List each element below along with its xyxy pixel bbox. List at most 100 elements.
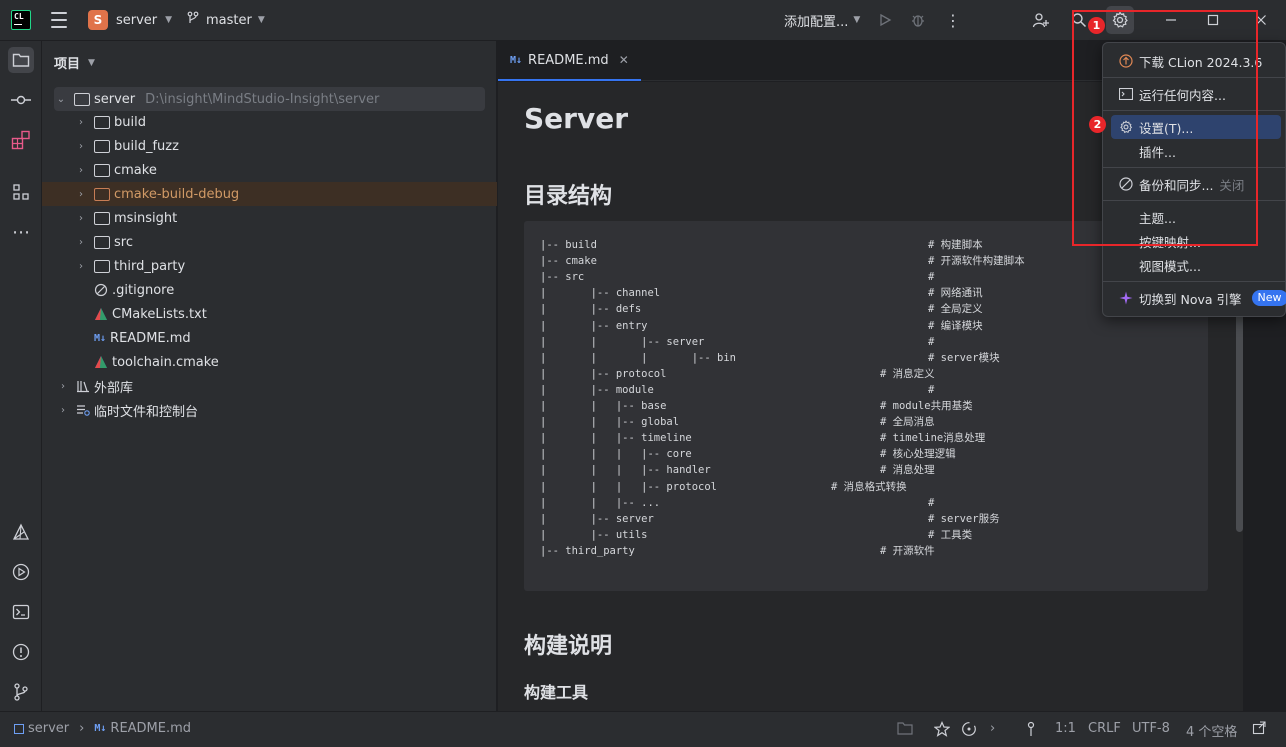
code-line: | |-- defs: [540, 303, 642, 316]
ai-assistant-icon[interactable]: [961, 721, 977, 737]
code-line: | | |-- server: [540, 335, 705, 348]
tree-item-third-party[interactable]: › third_party: [42, 254, 497, 278]
structure-icon[interactable]: [8, 179, 34, 205]
plugins-icon[interactable]: [8, 127, 34, 153]
tab-readme[interactable]: M↓ README.md ✕: [498, 41, 641, 81]
collapse-arrow-icon[interactable]: ›: [74, 261, 88, 272]
logo-text: CL: [14, 12, 24, 21]
code-comment: #: [928, 496, 935, 509]
tree-item-label: build: [114, 114, 146, 130]
cmake-icon[interactable]: [8, 519, 34, 545]
collapse-arrow-icon[interactable]: ›: [74, 213, 88, 224]
chevron-down-icon: ▼: [165, 15, 173, 25]
tree-item-gitignore[interactable]: .gitignore: [42, 278, 497, 302]
folder-icon: [94, 235, 110, 249]
folder-icon: [94, 259, 110, 273]
debug-icon[interactable]: [907, 9, 929, 31]
tree-item-build-fuzz[interactable]: › build_fuzz: [42, 134, 497, 158]
caret-position[interactable]: 1:1: [1055, 721, 1076, 736]
problems-icon[interactable]: [8, 639, 34, 665]
root-path: D:\insight\MindStudio-Insight\server: [145, 91, 380, 107]
more-actions-icon[interactable]: ⋮: [942, 9, 964, 31]
code-comment: # 编译模块: [928, 319, 983, 332]
library-icon: [76, 379, 90, 393]
tree-item-label: 外部库: [94, 380, 134, 396]
tree-item-scratches[interactable]: › 临时文件和控制台: [42, 398, 497, 422]
clion-logo-icon: CL: [11, 10, 31, 30]
tab-close-icon[interactable]: ✕: [619, 53, 629, 67]
collapse-arrow-icon[interactable]: ›: [74, 141, 88, 152]
menu-item-switch-nova[interactable]: 切换到 Nova 引擎 New: [1111, 286, 1286, 310]
code-comment: #: [928, 383, 935, 396]
markdown-file-icon: M↓: [94, 332, 107, 344]
read-only-lock-icon[interactable]: [1252, 721, 1266, 735]
markdown-file-icon: M↓: [510, 54, 523, 66]
branch-name: master: [206, 12, 252, 28]
folder-icon: [94, 115, 110, 129]
tree-item-label: cmake: [114, 162, 157, 178]
module-icon: [14, 723, 24, 734]
code-comment: # 消息定义: [880, 367, 935, 380]
services-run-icon[interactable]: [8, 559, 34, 585]
expand-arrow-icon[interactable]: ⌄: [54, 94, 68, 105]
code-line: | | | |-- protocol: [540, 480, 718, 493]
code-comment: # 消息格式转换: [831, 480, 907, 493]
collapse-arrow-icon[interactable]: ›: [74, 189, 88, 200]
code-comment: # 构建脚本: [928, 239, 983, 251]
tree-item-label: toolchain.cmake: [112, 354, 219, 370]
project-view-selector[interactable]: 项目 ▼: [54, 53, 95, 72]
indent-setting[interactable]: 4 个空格: [1186, 721, 1237, 740]
code-line: |-- src: [540, 271, 585, 284]
code-comment: # 网络通讯: [928, 287, 983, 300]
tree-item-readme[interactable]: M↓ README.md: [42, 326, 497, 350]
run-config-selector[interactable]: 添加配置... ▼: [784, 10, 860, 30]
code-comment: # 全局定义: [928, 303, 983, 316]
bookmark-star-icon[interactable]: [934, 721, 950, 737]
tree-item-src[interactable]: › src: [42, 230, 497, 254]
git-icon[interactable]: [8, 679, 34, 705]
run-icon[interactable]: [874, 9, 896, 31]
collapse-arrow-icon[interactable]: ›: [74, 165, 88, 176]
collapse-arrow-icon[interactable]: ›: [56, 381, 70, 392]
preview-heading-build: 构建说明: [524, 634, 613, 659]
project-selector[interactable]: S server ▼: [88, 9, 172, 31]
chevron-right-icon[interactable]: ›: [990, 721, 995, 736]
tree-root-server[interactable]: ⌄ server D:\insight\MindStudio-Insight\s…: [54, 87, 485, 111]
code-line: | | |-- global: [540, 416, 680, 429]
terminal-icon[interactable]: [8, 599, 34, 625]
tree-item-cmake-build-debug[interactable]: › cmake-build-debug: [42, 182, 497, 206]
main-menu-button[interactable]: [50, 12, 68, 28]
code-comment: # 全局消息: [880, 416, 935, 429]
code-line: | |-- module: [540, 383, 654, 396]
collapse-arrow-icon[interactable]: ›: [74, 237, 88, 248]
tree-item-label: .gitignore: [112, 282, 175, 298]
code-line: |-- build: [540, 239, 597, 251]
menu-label: 切换到 Nova 引擎: [1139, 291, 1242, 307]
tree-item-cmake[interactable]: › cmake: [42, 158, 497, 182]
branch-selector[interactable]: master ▼: [186, 10, 265, 30]
collapse-arrow-icon[interactable]: ›: [74, 117, 88, 128]
tree-item-cmakelists[interactable]: CMakeLists.txt: [42, 302, 497, 326]
tree-item-external-libs[interactable]: › 外部库: [42, 374, 497, 398]
folder-icon[interactable]: [897, 721, 913, 735]
inspection-icon[interactable]: [1026, 721, 1036, 737]
tree-item-label: 临时文件和控制台: [94, 404, 199, 420]
code-comment: # timeline消息处理: [880, 432, 986, 445]
project-folder-icon[interactable]: [8, 47, 34, 73]
tree-item-build[interactable]: › build: [42, 110, 497, 134]
more-tools-icon[interactable]: ⋯: [8, 219, 34, 245]
file-encoding[interactable]: UTF-8: [1132, 721, 1170, 736]
tree-item-toolchain[interactable]: toolchain.cmake: [42, 350, 497, 374]
code-line: | | |-- ...: [540, 496, 661, 509]
breadcrumb-file[interactable]: README.md: [110, 721, 191, 736]
preview-heading-tools: 构建工具: [524, 683, 589, 702]
menu-item-view-mode[interactable]: 视图模式...: [1111, 253, 1281, 277]
code-comment: #: [928, 271, 935, 284]
line-separator[interactable]: CRLF: [1088, 721, 1121, 736]
add-user-icon[interactable]: [1030, 9, 1052, 31]
commit-icon[interactable]: [8, 87, 34, 113]
tree-item-label: third_party: [114, 258, 186, 274]
tree-item-msinsight[interactable]: › msinsight: [42, 206, 497, 230]
breadcrumb-root[interactable]: server: [28, 721, 69, 736]
collapse-arrow-icon[interactable]: ›: [56, 405, 70, 416]
